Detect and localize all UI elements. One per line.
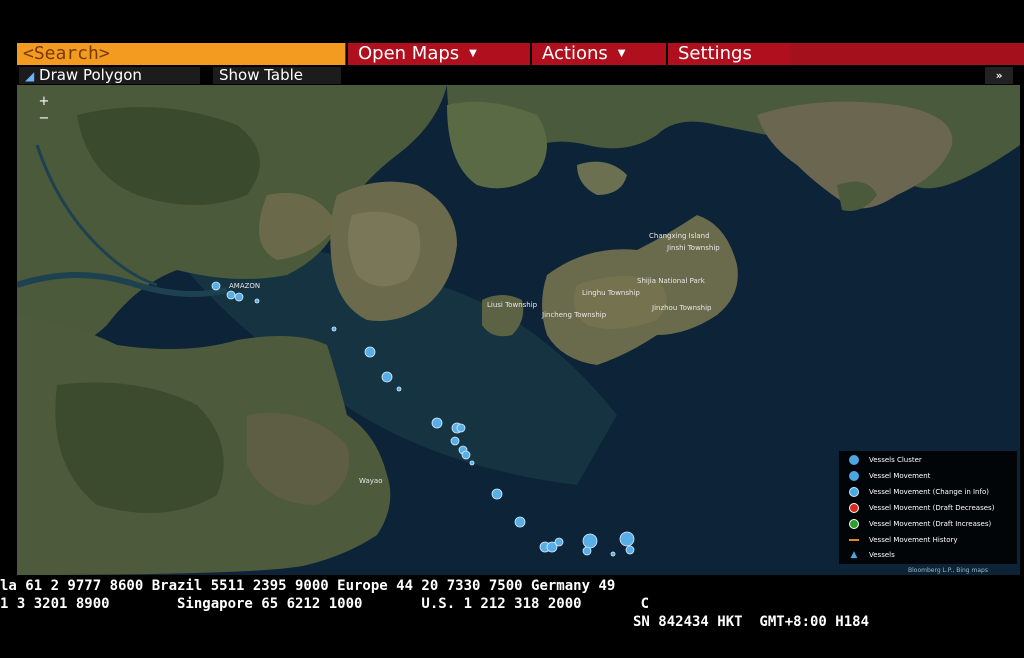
actions-label: Actions	[542, 43, 608, 64]
vessel-marker[interactable]	[364, 346, 376, 358]
vessel-cluster-icon	[849, 455, 859, 465]
legend-item: Vessel Movement	[849, 469, 930, 483]
vessel-change-icon	[849, 487, 859, 497]
legend-item: Vessel Movement (Draft Decreases)	[849, 501, 994, 515]
terminal-status: SN 842434 HKT GMT+8:00 H184	[633, 614, 870, 630]
vessel-marker[interactable]	[211, 281, 221, 291]
legend-item: Vessel Movement (Change in Info)	[849, 485, 989, 499]
legend-item: ▲ Vessels	[849, 548, 895, 562]
vessel-marker[interactable]	[331, 326, 337, 332]
legend-label: Vessel Movement (Draft Increases)	[869, 520, 992, 528]
history-line-icon	[849, 539, 859, 541]
expand-panel-button[interactable]: »	[985, 67, 1013, 84]
search-input[interactable]: <Search>	[17, 43, 345, 65]
map-label-shijia: Shijia National Park	[637, 277, 706, 285]
legend-label: Vessels	[869, 551, 895, 559]
map-label-changxing: Changxing Island	[649, 232, 710, 240]
map-label-wayao: Wayao	[359, 477, 382, 485]
actions-menu[interactable]: Actions ▼	[530, 43, 666, 65]
map-label-jinshi: Jinshi Township	[666, 244, 720, 252]
legend-item: Vessels Cluster	[849, 453, 922, 467]
vessel-marker[interactable]	[381, 371, 393, 383]
draft-increase-icon	[849, 519, 859, 529]
map-legend: Vessels Cluster Vessel Movement Vessel M…	[839, 451, 1017, 564]
map-label-jinzhou: Jinzhou Township	[651, 304, 712, 312]
legend-label: Vessel Movement (Draft Decreases)	[869, 504, 995, 512]
ticker-line-1: la 61 2 9777 8600 Brazil 5511 2395 9000 …	[0, 578, 616, 594]
ticker-line-2: 1 3 3201 8900 Singapore 65 6212 1000 U.S…	[0, 596, 650, 612]
vessel-marker[interactable]	[514, 516, 526, 528]
draw-polygon-button[interactable]: ◢ Draw Polygon	[19, 67, 200, 84]
map-label-linghu: Linghu Township	[582, 289, 640, 297]
zoom-out-button[interactable]: −	[37, 112, 51, 126]
polygon-icon: ◢	[25, 69, 35, 83]
settings-label: Settings	[678, 43, 752, 64]
vessel-marker[interactable]	[456, 423, 466, 433]
show-table-label: Show Table	[219, 66, 304, 84]
map-label-amazon: AMAZON	[229, 282, 260, 290]
vessel-marker[interactable]	[396, 386, 402, 392]
legend-label: Vessel Movement History	[869, 536, 958, 544]
vessel-cluster[interactable]	[582, 533, 598, 549]
legend-item: Vessel Movement History	[849, 533, 958, 547]
map-attribution: Bloomberg L.P., Bing maps	[908, 567, 988, 574]
open-maps-label: Open Maps	[358, 43, 460, 64]
vessel-marker[interactable]	[582, 546, 592, 556]
legend-label: Vessel Movement (Change in Info)	[869, 488, 989, 496]
legend-label: Vessels Cluster	[869, 456, 922, 464]
vessel-marker[interactable]	[226, 290, 236, 300]
vessel-marker[interactable]	[234, 292, 244, 302]
vessel-marker[interactable]	[461, 450, 471, 460]
legend-label: Vessel Movement	[869, 472, 931, 480]
vessel-marker[interactable]	[491, 488, 503, 500]
vessel-marker[interactable]	[431, 417, 443, 429]
vessel-marker[interactable]	[554, 537, 564, 547]
open-maps-menu[interactable]: Open Maps ▼	[346, 43, 530, 65]
draft-decrease-icon	[849, 503, 859, 513]
vessel-marker[interactable]	[450, 436, 460, 446]
vessel-movement-icon	[849, 471, 859, 481]
vessel-marker[interactable]	[625, 545, 635, 555]
settings-menu[interactable]: Settings	[666, 43, 790, 65]
map-label-liusi: Liusi Township	[487, 301, 538, 309]
draw-polygon-label: Draw Polygon	[39, 66, 142, 84]
vessel-marker[interactable]	[610, 551, 616, 557]
show-table-button[interactable]: Show Table	[213, 67, 341, 84]
map-label-jincheng: Jincheng Township	[541, 311, 607, 319]
vessel-triangle-icon: ▲	[850, 550, 858, 560]
chevron-down-icon: ▼	[469, 48, 477, 59]
vessel-cluster[interactable]	[619, 531, 635, 547]
legend-item: Vessel Movement (Draft Increases)	[849, 517, 991, 531]
chevron-down-icon: ▼	[617, 48, 626, 59]
vessel-marker[interactable]	[254, 298, 260, 304]
zoom-in-button[interactable]: +	[37, 95, 51, 109]
vessel-marker[interactable]	[469, 460, 475, 466]
